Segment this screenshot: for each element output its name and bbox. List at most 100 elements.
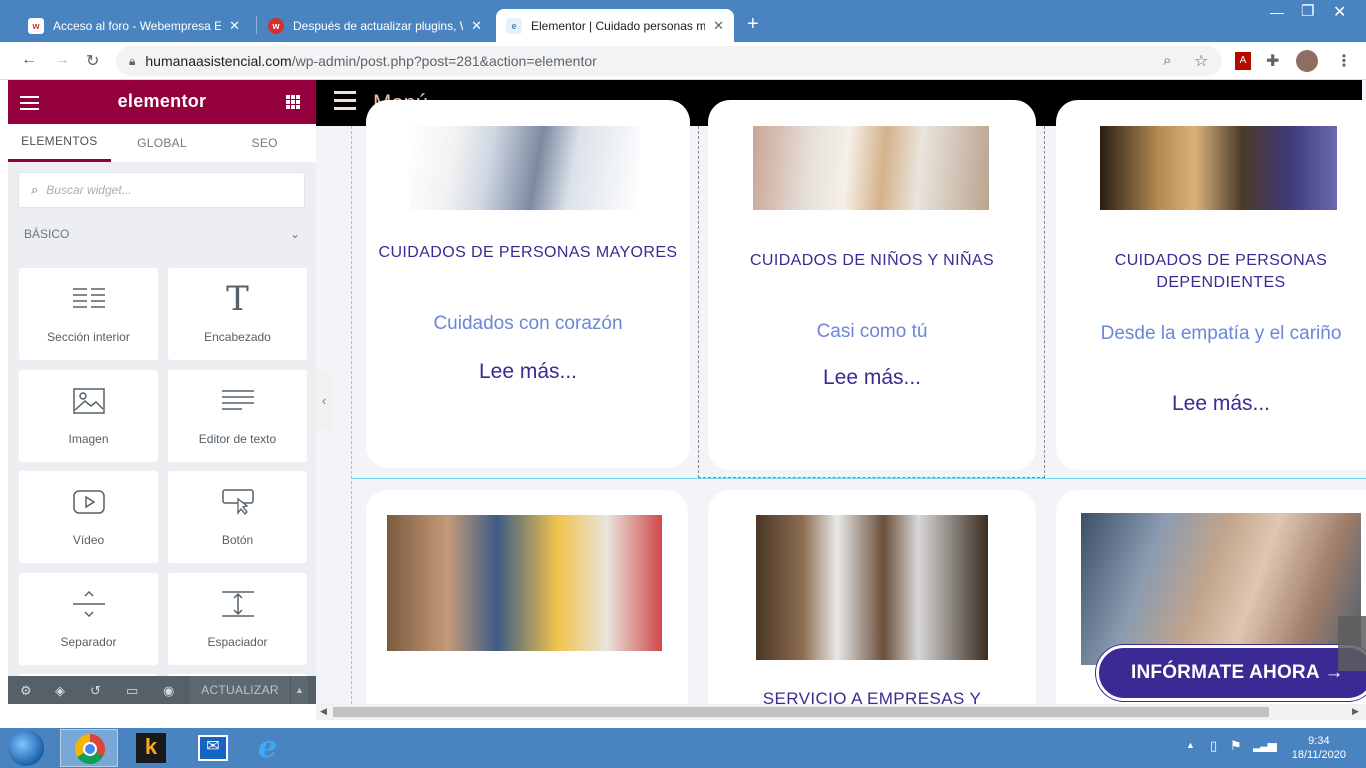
- image-icon: [19, 384, 158, 418]
- photo-therapy: [1081, 513, 1361, 665]
- photo-children-playing: [753, 126, 989, 210]
- card-subtitle: Casi como tú: [816, 321, 928, 342]
- floating-side-tab[interactable]: [1338, 616, 1366, 671]
- horizontal-scrollbar[interactable]: ◀ ▶: [316, 704, 1366, 720]
- search-icon: ⌕: [31, 182, 39, 197]
- close-window-button[interactable]: ✕: [1333, 2, 1346, 22]
- widget-search-input[interactable]: ⌕ Buscar widget...: [18, 172, 305, 208]
- category-label: BÁSICO: [24, 227, 70, 241]
- close-tab-icon[interactable]: ✕: [713, 18, 724, 34]
- widget-label: Sección interior: [47, 330, 130, 344]
- service-card-bottom-1[interactable]: [366, 490, 688, 704]
- video-icon: [19, 485, 158, 519]
- browser-tab-3-active[interactable]: e Elementor | Cuidado personas m ✕: [496, 9, 734, 42]
- elementor-panel-header: elementor: [8, 80, 316, 124]
- card-title: CUIDADOS DE PERSONAS MAYORES: [378, 244, 678, 261]
- chrome-icon: [75, 734, 105, 764]
- navigator-layers-icon[interactable]: ◈: [55, 683, 65, 699]
- read-more-link[interactable]: Lee más...: [1056, 392, 1366, 416]
- taskbar-ie-icon[interactable]: e: [258, 730, 277, 765]
- update-button[interactable]: ACTUALIZAR: [190, 676, 290, 704]
- card-title-partial: SERVICIO A EMPRESAS Y: [762, 689, 982, 704]
- section-outline: [351, 126, 352, 704]
- taskbar-k-app-icon[interactable]: k: [136, 733, 166, 763]
- card-subtitle: Cuidados con corazón: [433, 313, 623, 334]
- settings-gear-icon[interactable]: ⚙: [20, 683, 32, 699]
- site-hamburger-icon[interactable]: [334, 91, 356, 115]
- divider-icon: [19, 587, 158, 621]
- browser-toolbar: ← → ↻ 🔒︎ humanaasistencial.com/wp-admin/…: [0, 42, 1366, 80]
- inner-section-icon: [19, 282, 158, 316]
- widget-button[interactable]: Botón: [168, 471, 307, 563]
- update-options-chevron-icon[interactable]: ▲: [290, 676, 308, 704]
- bookmark-star-icon[interactable]: ☆: [1194, 51, 1208, 71]
- elementor-favicon-icon: e: [506, 17, 522, 34]
- chrome-menu-icon[interactable]: ⋮: [1336, 51, 1352, 71]
- reload-icon[interactable]: ↻: [86, 51, 99, 71]
- taskbar-mail-icon[interactable]: ✉: [198, 735, 228, 761]
- tab-title: Después de actualizar plugins, W: [293, 18, 464, 33]
- spacer-icon: [168, 587, 307, 621]
- start-button[interactable]: [8, 730, 44, 766]
- scroll-left-arrow-icon[interactable]: ◀: [320, 706, 327, 717]
- tab-global[interactable]: GLOBAL: [111, 124, 214, 162]
- widget-label: Vídeo: [72, 533, 105, 547]
- responsive-desktop-icon[interactable]: ▭: [126, 683, 138, 699]
- profile-avatar[interactable]: [1296, 50, 1318, 72]
- widgets-grid-icon[interactable]: [286, 95, 300, 109]
- informate-ahora-button[interactable]: INFÓRMATE AHORA →: [1096, 645, 1366, 701]
- section-divider-line: [351, 478, 1366, 479]
- service-card-empresas[interactable]: SERVICIO A EMPRESAS Y: [708, 490, 1036, 704]
- tab-elementos[interactable]: ELEMENTOS: [8, 124, 111, 162]
- tray-battery-icon[interactable]: ▯: [1210, 738, 1217, 754]
- widget-heading[interactable]: T Encabezado: [168, 268, 307, 360]
- url-path: /wp-admin/post.php?post=281&action=eleme…: [291, 53, 597, 69]
- scrollbar-thumb[interactable]: [333, 707, 1269, 717]
- widget-image[interactable]: Imagen: [19, 370, 158, 462]
- close-tab-icon[interactable]: ✕: [471, 18, 482, 34]
- widget-text-editor[interactable]: Editor de texto: [168, 370, 307, 462]
- read-more-link[interactable]: Lee más...: [366, 360, 690, 384]
- browser-tab-1[interactable]: w Acceso al foro - Webempresa Eu ✕: [18, 9, 250, 42]
- close-tab-icon[interactable]: ✕: [229, 18, 240, 34]
- new-tab-button[interactable]: +: [747, 13, 759, 36]
- taskbar-chrome-button[interactable]: [60, 729, 118, 767]
- tray-clock[interactable]: 9:34 18/11/2020: [1292, 734, 1346, 762]
- service-card-ninos[interactable]: CUIDADOS DE NIÑOS Y NIÑAS Casi como tú L…: [708, 100, 1036, 470]
- address-bar[interactable]: 🔒︎ humanaasistencial.com/wp-admin/post.p…: [116, 46, 1222, 76]
- tray-signal-icon[interactable]: ▂▃▅: [1253, 738, 1277, 752]
- widget-spacer[interactable]: Espaciador: [168, 573, 307, 665]
- service-card-dependientes[interactable]: CUIDADOS DE PERSONAS DEPENDIENTES Desde …: [1056, 100, 1366, 470]
- widget-video[interactable]: Vídeo: [19, 471, 158, 563]
- browser-tab-2[interactable]: w Después de actualizar plugins, W ✕: [258, 9, 492, 42]
- maximize-window-button[interactable]: ❐: [1301, 2, 1314, 20]
- tray-show-hidden-icon[interactable]: ▲: [1186, 740, 1195, 750]
- tray-flag-icon[interactable]: ⚑: [1230, 738, 1242, 754]
- widget-divider[interactable]: Separador: [19, 573, 158, 665]
- service-card-mayores[interactable]: CUIDADOS DE PERSONAS MAYORES Cuidados co…: [366, 100, 690, 468]
- elementor-panel: elementor ELEMENTOS GLOBAL SEO ⌕ Buscar …: [8, 80, 316, 704]
- category-basico[interactable]: BÁSICO ⌄: [24, 227, 300, 241]
- forward-arrow-icon[interactable]: →: [54, 51, 70, 69]
- back-arrow-icon[interactable]: ←: [21, 51, 37, 69]
- preview-eye-icon[interactable]: ◉: [163, 683, 174, 699]
- card-subtitle: Desde la empatía y el cariño: [1100, 323, 1342, 344]
- scroll-right-arrow-icon[interactable]: ▶: [1352, 706, 1359, 717]
- collapse-panel-chevron-icon[interactable]: ‹: [316, 372, 332, 430]
- windows-taskbar: k ✉ e ▲ ▯ ⚑ ▂▃▅ 9:34 18/11/2020: [0, 728, 1366, 768]
- minimize-window-button[interactable]: —: [1270, 4, 1284, 20]
- widget-inner-section[interactable]: Sección interior: [19, 268, 158, 360]
- photo-dependent-care: [1100, 126, 1337, 210]
- pdf-extension-icon[interactable]: A: [1235, 52, 1251, 70]
- zoom-icon[interactable]: ⌕: [1163, 52, 1171, 69]
- history-icon[interactable]: ↺: [90, 683, 101, 699]
- chevron-down-icon: ⌄: [289, 227, 300, 241]
- heading-icon: T: [226, 279, 249, 319]
- read-more-link[interactable]: Lee más...: [708, 366, 1036, 390]
- extensions-puzzle-icon[interactable]: ✚: [1266, 51, 1279, 71]
- tab-seo[interactable]: SEO: [213, 124, 316, 162]
- page-preview: Menú CUIDADOS DE PERSONAS MAYORES Cuidad…: [316, 80, 1366, 704]
- card-title: CUIDADOS DE NIÑOS Y NIÑAS: [749, 252, 995, 269]
- clock-date: 18/11/2020: [1291, 749, 1346, 761]
- elementor-panel-footer: ⚙ ◈ ↺ ▭ ◉ ACTUALIZAR ▲: [8, 676, 316, 704]
